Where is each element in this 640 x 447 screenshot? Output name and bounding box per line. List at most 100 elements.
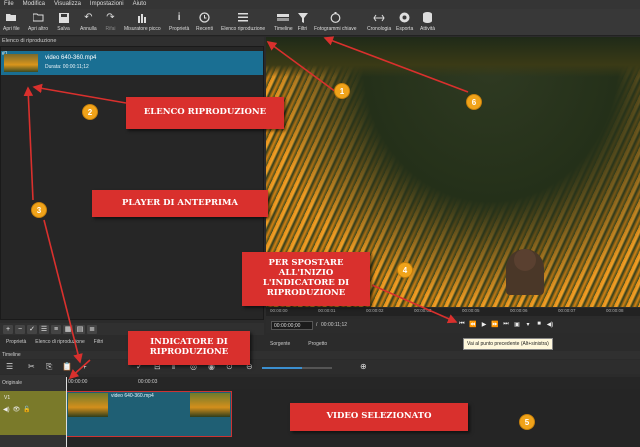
player-timecode-bar: 00:00:00;00 / 00:00:11;12 [266, 319, 640, 333]
open-file-button[interactable]: Apri file [3, 11, 20, 32]
ruler-tick: 00:00:03 [138, 379, 158, 385]
track-icons: ◀) 👁 🔓 [3, 406, 31, 413]
tab-project[interactable]: Progetto [304, 339, 331, 349]
details-view-icon[interactable]: ≡ [51, 324, 61, 334]
mute-icon[interactable]: ◀) [3, 406, 10, 413]
annotation-move-start: PER SPOSTARE ALL'INIZIO L'INDICATORE DI … [242, 252, 370, 306]
tiles-view-icon[interactable]: ▦ [63, 324, 73, 334]
current-timecode-field[interactable]: 00:00:00;00 [271, 321, 313, 330]
list-icon [237, 11, 250, 24]
tab-source[interactable]: Sorgente [266, 339, 294, 349]
preview-sky [266, 37, 640, 77]
track-original-label: Originale [2, 380, 23, 386]
annotation-player: PLAYER DI ANTEPRIMA [92, 190, 268, 217]
fast-forward-icon[interactable]: ⏩ [491, 321, 499, 328]
grid-icon[interactable]: ▾ [524, 321, 532, 328]
playhead[interactable] [66, 377, 67, 447]
player-tabs: Sorgente Progetto [266, 339, 331, 349]
tooltip: Vai al punto precedente (Alt+sinistra) [463, 338, 553, 350]
toolbar-label: Apri altro [28, 26, 49, 32]
playlist-panel-title: Elenco di riproduzione [0, 37, 264, 46]
tab-properties[interactable]: Proprietà [3, 336, 29, 348]
ruler-tick: 00:00:08 [606, 308, 624, 313]
eye-icon[interactable]: 👁 [13, 406, 21, 413]
ruler-tick: 00:00:01 [318, 308, 336, 313]
play-icon[interactable]: ▶ [480, 321, 488, 328]
toolbar-label: Esporta [396, 26, 414, 32]
skip-next-icon[interactable]: ⏭ [502, 321, 510, 328]
ruler-tick: 00:00:00 [270, 308, 288, 313]
properties-button[interactable]: i Proprietà [169, 11, 189, 32]
zoom-in-icon[interactable]: ⊕ [360, 362, 367, 371]
player-ruler[interactable]: 00:00:00 00:00:01 00:00:02 00:00:03 00:0… [266, 308, 640, 316]
toolbar-label: Rifai [105, 26, 116, 32]
rewind-icon[interactable]: ⏪ [469, 321, 477, 328]
volume-icon[interactable]: ◀) [546, 321, 554, 328]
lock-icon[interactable]: 🔓 [23, 406, 30, 413]
cut-icon[interactable]: ✂ [28, 362, 35, 371]
info-icon: i [177, 12, 181, 23]
tab-playlist[interactable]: Elenco di riproduzione [32, 336, 87, 348]
history-button[interactable]: Cronologia [367, 11, 391, 32]
open-other-button[interactable]: Apri altro [28, 11, 48, 32]
redo-button[interactable]: ↷ Rifai [104, 11, 117, 32]
jobs-button[interactable]: Attività [420, 11, 435, 32]
zoom-icon[interactable]: ▣ [513, 321, 521, 328]
toolbar-label: Filtri [297, 26, 308, 32]
badge-6: 6 [466, 94, 482, 110]
menu-impostazioni[interactable]: Impostazioni [90, 0, 124, 9]
folder-open-icon [5, 11, 18, 24]
ruler-tick: 00:00:06 [510, 308, 528, 313]
stop-icon[interactable]: ■ [535, 321, 543, 328]
check-icon[interactable]: ✓ [27, 324, 37, 334]
tab-filters[interactable]: Filtri [91, 336, 106, 348]
filters-button[interactable]: Filtri [296, 11, 309, 32]
save-button[interactable]: Salva [57, 11, 70, 32]
icons-view-icon[interactable]: ▤ [75, 324, 85, 334]
ruler-tick: 00:00:00 [68, 379, 88, 385]
skip-previous-icon[interactable]: ⏮ [458, 321, 466, 328]
badge-3: 3 [31, 202, 47, 218]
track-v1-label: V1 [4, 395, 11, 401]
track-v1-header[interactable]: V1 ◀) 👁 🔓 [0, 391, 66, 435]
timecode-separator: / [316, 322, 318, 328]
keyframes-button[interactable]: Fotogrammi chiave [314, 11, 357, 32]
menu-visualizza[interactable]: Visualizza [54, 0, 81, 9]
timeline-clip[interactable]: video 640-360.mp4 [66, 391, 232, 437]
menu-aiuto[interactable]: Aiuto [133, 0, 147, 9]
peak-meter-button[interactable]: Misuratore picco [124, 11, 161, 32]
playlist-button[interactable]: Elenco riproduzione [221, 11, 265, 32]
append-icon[interactable]: + [82, 362, 87, 371]
undo-button[interactable]: ↶ Annulla [80, 11, 97, 32]
timeline-icon [277, 11, 290, 24]
filter-icon [296, 11, 309, 24]
menu-file[interactable]: File [4, 0, 14, 9]
playlist-item[interactable]: #1 video 640-360.mp4 Durata: 00:00:11;12 [1, 51, 263, 75]
timeline-ruler[interactable]: 00:00:00 00:00:03 [66, 377, 640, 389]
transport-controls: ⏮ ⏪ ▶ ⏩ ⏭ ▣ ▾ ■ ◀) [458, 321, 554, 328]
stopwatch-icon [329, 11, 342, 24]
clip-duration: Durata: 00:00:11;12 [45, 64, 89, 70]
save-icon [57, 11, 70, 24]
menu-modifica[interactable]: Modifica [23, 0, 45, 9]
add-icon[interactable]: + [3, 324, 13, 334]
recent-button[interactable]: Recenti [196, 11, 213, 32]
database-icon [421, 11, 434, 24]
badge-5: 5 [519, 414, 535, 430]
timeline-clip-title: video 640-360.mp4 [111, 393, 154, 399]
copy-icon[interactable]: ⎘ [46, 362, 52, 372]
paste-icon[interactable]: 📋 [62, 362, 72, 371]
menu-icon[interactable]: ☰ [6, 362, 13, 371]
menu-icon[interactable]: ≣ [87, 324, 97, 334]
badge-1: 1 [334, 83, 350, 99]
preview-person-head [514, 249, 536, 271]
clip-thumbnail [4, 54, 38, 72]
timeline-button[interactable]: Timeline [274, 11, 293, 32]
export-button[interactable]: Esporta [396, 11, 413, 32]
list-view-icon[interactable]: ☰ [39, 324, 49, 334]
remove-icon[interactable]: − [15, 324, 25, 334]
track-header-panel: Originale V1 ◀) 👁 🔓 [0, 375, 66, 447]
undo-icon: ↶ [84, 12, 93, 23]
toolbar-label: Fotogrammi chiave [314, 26, 357, 32]
toolbar-label: Salva [57, 26, 70, 32]
